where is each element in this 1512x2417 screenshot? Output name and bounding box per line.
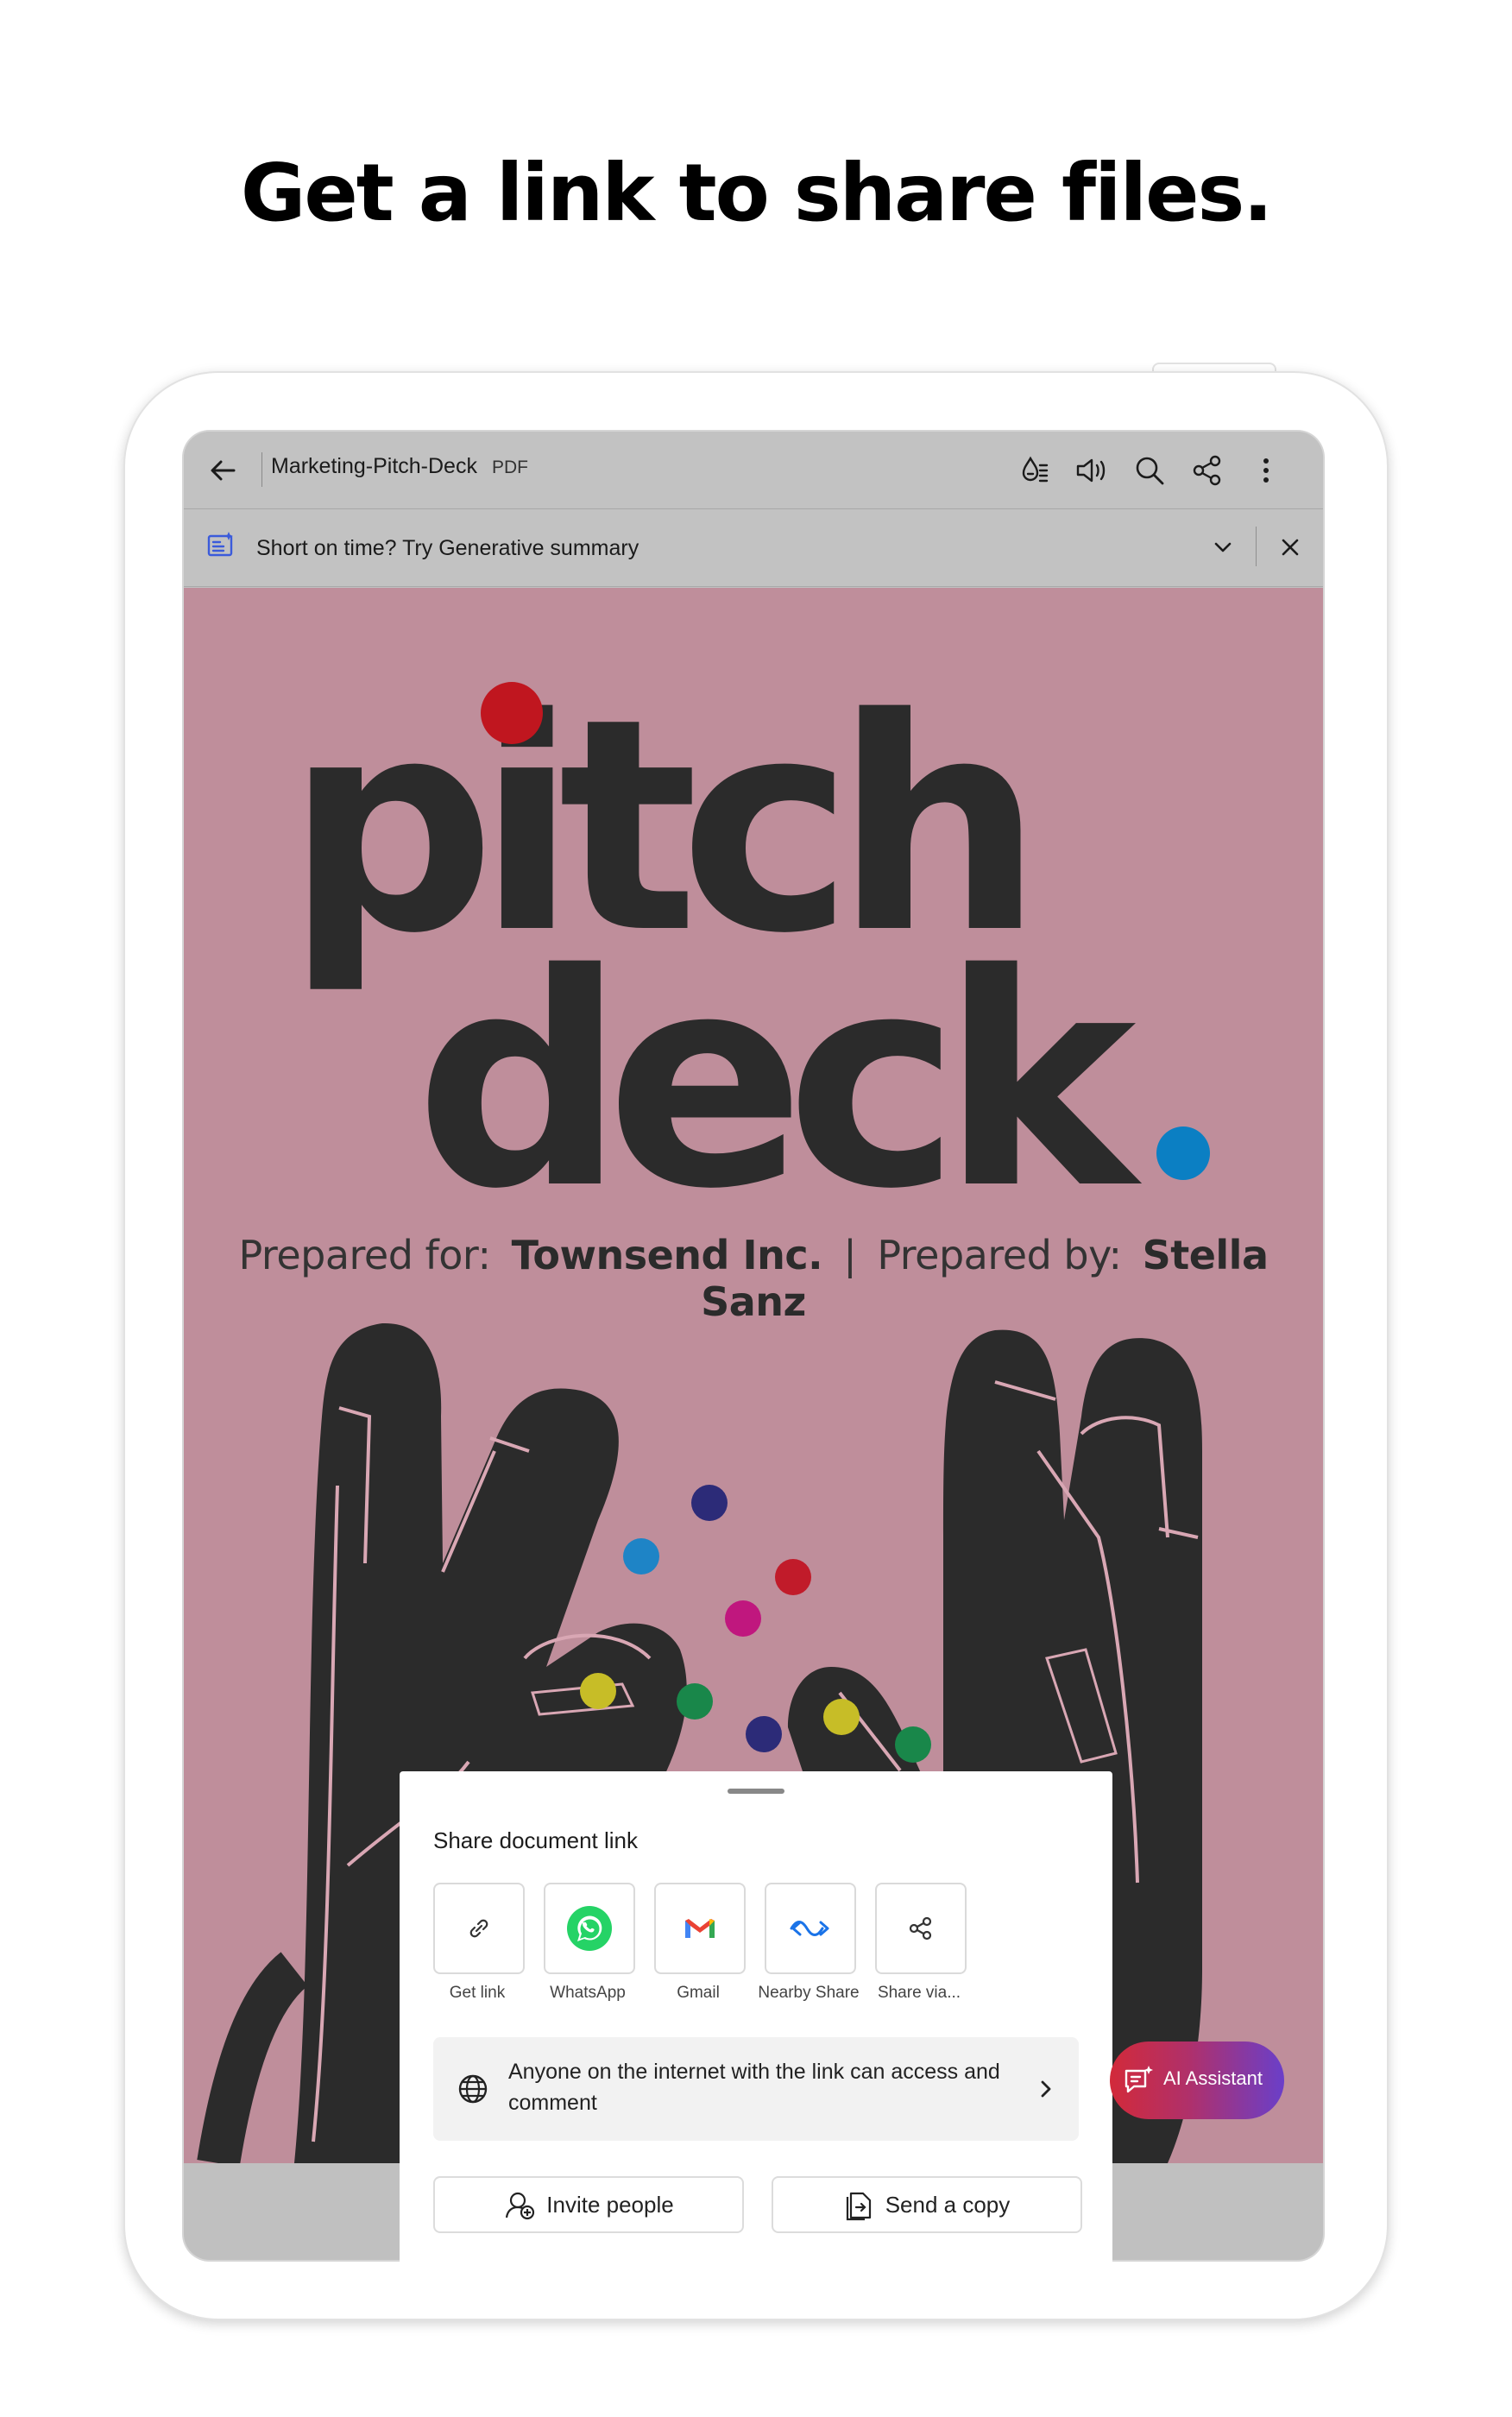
close-icon (1282, 539, 1299, 556)
send-copy-button[interactable]: Send a copy (772, 2176, 1082, 2233)
liquid-mode-button[interactable] (1011, 447, 1058, 494)
prepared-for-label: Prepared for: (238, 1232, 491, 1278)
toolbar-divider (261, 452, 262, 487)
chevron-right-icon (1041, 2080, 1051, 2098)
more-button[interactable] (1243, 447, 1289, 494)
link-access-text: Anyone on the internet with the link can… (508, 2060, 1000, 2115)
drag-handle[interactable] (728, 1789, 784, 1794)
get-link-button[interactable] (433, 1883, 525, 1974)
nearby-share-button[interactable] (765, 1883, 856, 1974)
banner-divider (1256, 527, 1257, 566)
link-icon (469, 1919, 488, 1938)
more-icon (1263, 458, 1269, 483)
red-dot (481, 682, 543, 744)
globe-icon (458, 2074, 488, 2104)
share-sheet: Share document link Get link WhatsApp Gm… (400, 1771, 1112, 2266)
back-button[interactable] (199, 447, 246, 494)
top-toolbar: Marketing-Pitch-Deck PDF (184, 432, 1323, 508)
close-banner-button[interactable] (1271, 528, 1309, 566)
prepared-for-value: Townsend Inc. (511, 1232, 823, 1278)
link-access-setting[interactable]: Anyone on the internet with the link can… (433, 2037, 1079, 2141)
share-via-label: Share via... (877, 1984, 961, 2002)
ai-assistant-button[interactable]: AI Assistant (1110, 2042, 1284, 2119)
share-button[interactable] (1184, 447, 1231, 494)
title-word-deck: deck (415, 912, 1143, 1253)
generative-summary-icon (207, 532, 233, 557)
add-person-icon (506, 2192, 535, 2220)
read-aloud-button[interactable] (1068, 447, 1114, 494)
share-via-button[interactable] (875, 1883, 967, 1974)
gmail-icon (685, 1919, 715, 1938)
whatsapp-button[interactable] (544, 1883, 635, 1974)
search-icon (1136, 457, 1164, 485)
invite-people-label: Invite people (546, 2191, 674, 2218)
prepared-separator: | (843, 1232, 857, 1278)
ai-assistant-label: AI Assistant (1163, 2067, 1263, 2089)
prepared-line: Prepared for: Townsend Inc. | Prepared b… (184, 1232, 1323, 1325)
blue-dot (1156, 1126, 1210, 1180)
gmail-button[interactable] (654, 1883, 746, 1974)
get-link-label: Get link (449, 1984, 506, 2002)
gmail-label: Gmail (677, 1984, 720, 2002)
read-aloud-icon (1076, 458, 1106, 483)
ai-assistant-icon (1125, 2066, 1153, 2093)
share-sheet-title: Share document link (433, 1827, 639, 1853)
search-button[interactable] (1126, 447, 1173, 494)
nearby-share-icon (790, 1921, 829, 1936)
expand-banner-button[interactable] (1204, 528, 1242, 566)
share-icon (1193, 455, 1221, 486)
invite-people-button[interactable]: Invite people (433, 2176, 744, 2233)
back-arrow-icon (211, 460, 236, 481)
whatsapp-icon (567, 1906, 612, 1951)
document-title: Marketing-Pitch-Deck (271, 454, 477, 478)
nearby-share-label: Nearby Share (758, 1984, 860, 2002)
access-chevron[interactable] (1029, 2070, 1063, 2108)
share-icon (909, 1916, 932, 1941)
document-type-label: PDF (492, 458, 528, 477)
generative-summary-banner[interactable]: Short on time? Try Generative summary (184, 508, 1323, 587)
chevron-down-icon (1214, 542, 1232, 552)
send-copy-icon (846, 2192, 871, 2221)
whatsapp-label: WhatsApp (550, 1984, 626, 2002)
headline: Get a link to share files. (240, 147, 1273, 239)
send-copy-label: Send a copy (885, 2191, 1011, 2218)
liquid-mode-icon (1022, 456, 1049, 483)
banner-text: Short on time? Try Generative summary (256, 536, 639, 560)
prepared-by-label: Prepared by: (877, 1232, 1122, 1278)
